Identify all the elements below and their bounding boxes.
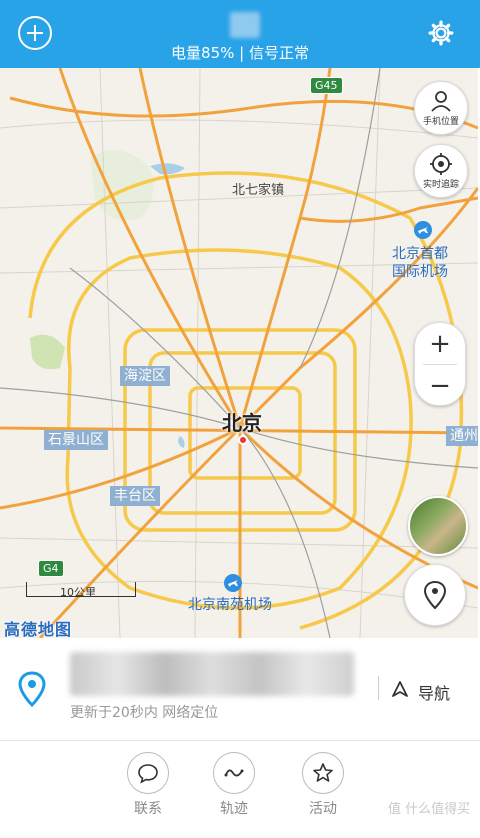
airport-icon	[414, 221, 432, 239]
address-blurred	[70, 652, 354, 696]
crosshair-icon	[430, 153, 452, 175]
chat-icon	[138, 764, 158, 784]
navigate-button[interactable]: 导航	[418, 680, 450, 704]
tab-icon-circle	[127, 752, 169, 794]
zoom-in-button[interactable]: +	[415, 323, 465, 364]
scale-label: 10公里	[60, 586, 96, 599]
district-label: 通州	[446, 426, 478, 446]
update-status: 更新于20秒内 网络定位	[70, 705, 219, 721]
district-label: 石景山区	[44, 430, 108, 450]
realtime-tracking-label: 实时追踪	[422, 180, 459, 190]
device-name-blurred	[230, 12, 260, 38]
app-header: 电量85% | 信号正常	[0, 0, 480, 68]
highway-shield: G4	[38, 560, 64, 577]
track-icon	[224, 769, 244, 777]
location-pin-icon	[18, 671, 46, 708]
tab-label: 轨迹	[220, 801, 248, 817]
device-status: 电量85% | 信号正常	[171, 44, 309, 62]
watermark: 值 什么值得买	[388, 802, 471, 817]
tab-icon-circle	[213, 752, 255, 794]
map-pin-icon	[423, 580, 447, 610]
phone-location-label: 手机位置	[422, 117, 459, 127]
gear-icon	[428, 20, 454, 46]
map-provider-logo: 高德地图	[4, 620, 73, 638]
zoom-out-button[interactable]: −	[415, 365, 465, 406]
tab-contact[interactable]: 联系	[118, 752, 178, 818]
settings-button[interactable]	[424, 16, 458, 50]
airport-label: 北京南苑机场	[188, 597, 272, 613]
airport-label-line: 国际机场	[392, 264, 448, 280]
map-roads	[0, 68, 478, 638]
plus-icon	[27, 25, 43, 41]
district-label: 丰台区	[110, 486, 160, 506]
highway-shield: G45	[310, 77, 343, 94]
district-label: 海淀区	[120, 366, 170, 386]
star-icon	[313, 763, 333, 782]
airport-label-line: 北京首都	[392, 246, 448, 262]
location-marker	[238, 435, 248, 445]
person-icon	[431, 91, 451, 112]
city-label: 北京	[222, 411, 262, 435]
locate-me-button[interactable]	[404, 564, 466, 626]
tab-label: 活动	[309, 801, 337, 817]
airport-label: 北京首都 国际机场	[392, 245, 448, 281]
tab-activity[interactable]: 活动	[293, 752, 353, 818]
nav-divider	[378, 676, 379, 700]
navigation-arrow-icon[interactable]	[391, 680, 409, 698]
zoom-control: + −	[414, 322, 466, 406]
tab-label: 联系	[134, 801, 162, 817]
section-divider	[0, 740, 480, 741]
map-view[interactable]: G45 G4 北七家镇 北京首都 国际机场 北京南苑机场 海淀区 石景山区 丰台…	[0, 68, 478, 638]
place-label: 北七家镇	[232, 183, 285, 198]
phone-location-button[interactable]: 手机位置	[414, 81, 468, 135]
realtime-tracking-button[interactable]: 实时追踪	[414, 144, 468, 198]
airport-icon	[224, 574, 242, 592]
satellite-layer-button[interactable]	[408, 496, 468, 556]
tab-track[interactable]: 轨迹	[204, 752, 264, 818]
tab-icon-circle	[302, 752, 344, 794]
